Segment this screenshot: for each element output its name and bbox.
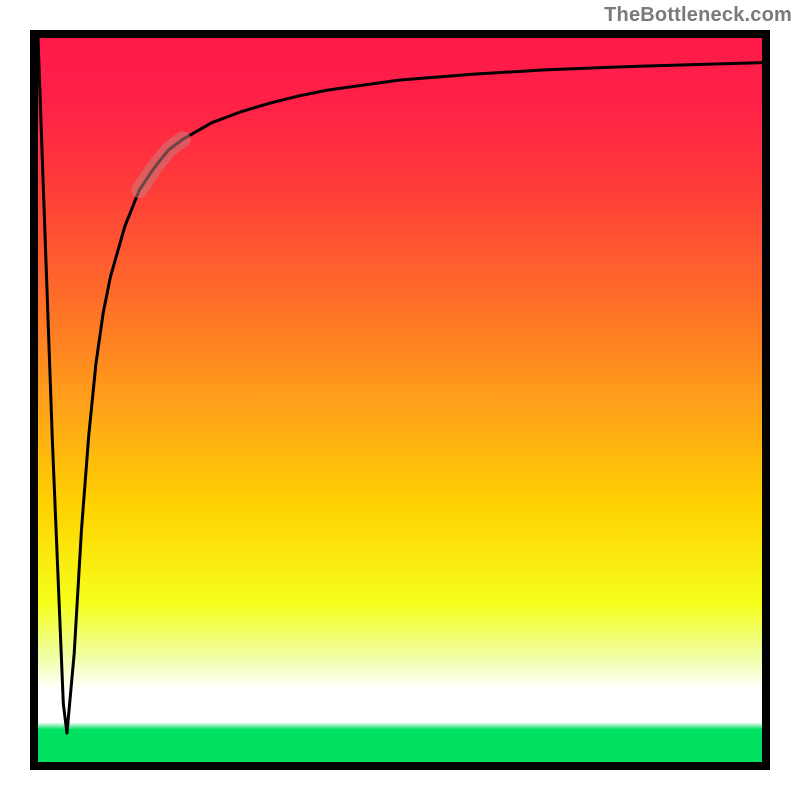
chart-frame: TheBottleneck.com bbox=[0, 0, 800, 800]
bottleneck-curve bbox=[38, 38, 762, 733]
curve-layer bbox=[38, 38, 762, 762]
plot-area bbox=[30, 30, 770, 770]
attribution-label: TheBottleneck.com bbox=[604, 4, 792, 27]
highlight-segment bbox=[139, 139, 182, 190]
